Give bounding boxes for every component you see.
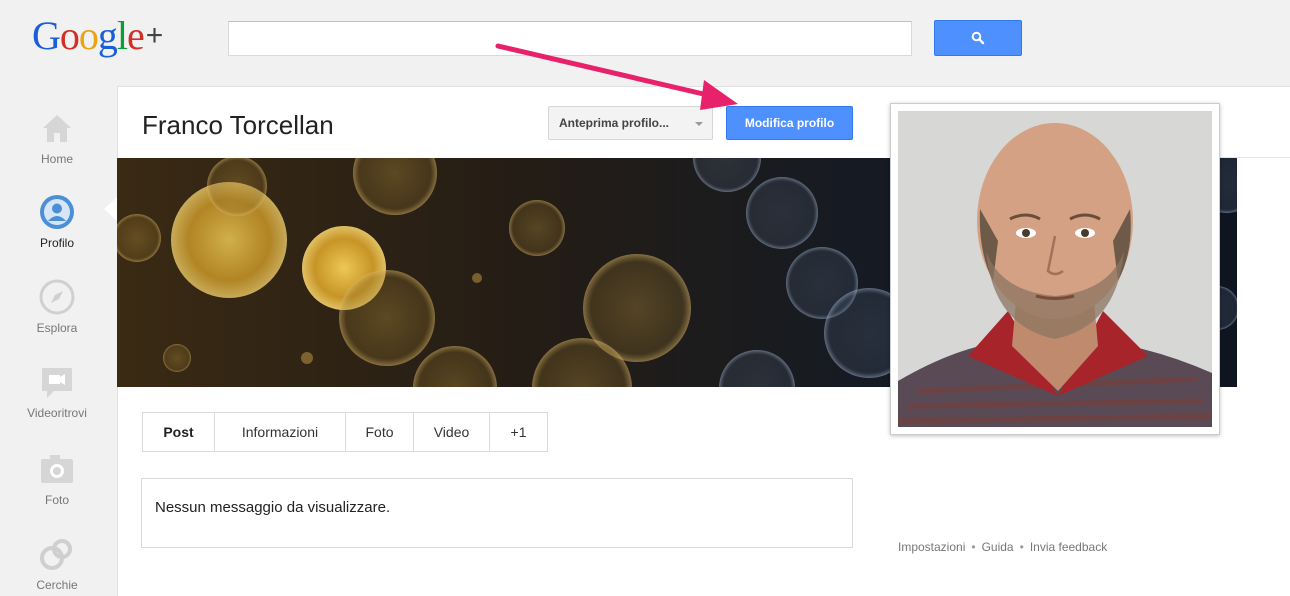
- sidebar-item-videoritrovi[interactable]: Videoritrovi: [0, 362, 114, 420]
- footer-separator: •: [971, 540, 976, 554]
- profile-icon: [40, 195, 74, 229]
- tab-video[interactable]: Video: [414, 413, 490, 451]
- logo-letter: o: [78, 13, 99, 58]
- logo-letter: e: [127, 13, 145, 58]
- preview-profile-label: Anteprima profilo...: [559, 116, 670, 130]
- sidebar-item-label: Esplora: [36, 321, 78, 335]
- sidebar-item-profilo[interactable]: Profilo: [0, 192, 114, 250]
- sidebar-item-home[interactable]: Home: [0, 108, 114, 166]
- compass-icon: [39, 279, 75, 315]
- edit-profile-button[interactable]: Modifica profilo: [726, 106, 853, 140]
- video-icon: [42, 368, 72, 398]
- sidebar-item-label: Cerchie: [36, 578, 78, 592]
- sidebar-item-label: Profilo: [39, 236, 74, 250]
- preview-profile-dropdown[interactable]: Anteprima profilo...: [548, 106, 713, 140]
- profile-photo[interactable]: [890, 103, 1220, 435]
- search-input[interactable]: [228, 21, 912, 56]
- tab-foto[interactable]: Foto: [346, 413, 414, 451]
- search-icon: [971, 31, 985, 45]
- tab-post[interactable]: Post: [143, 413, 215, 451]
- logo-letter: g: [97, 13, 118, 58]
- logo-letter: l: [116, 13, 128, 58]
- logo-plus: +: [145, 19, 164, 52]
- chevron-down-icon: [695, 122, 703, 126]
- logo-letter: o: [59, 13, 80, 58]
- sidebar-item-label: Foto: [44, 493, 69, 507]
- active-pointer: [104, 197, 117, 221]
- sidebar-item-esplora[interactable]: Esplora: [0, 277, 114, 335]
- profile-name: Franco Torcellan: [142, 110, 334, 140]
- search-button[interactable]: [934, 20, 1022, 56]
- sidebar-item-label: Videoritrovi: [27, 406, 87, 420]
- camera-icon: [41, 455, 73, 483]
- feedback-link[interactable]: Invia feedback: [1030, 540, 1107, 554]
- sidebar-item-cerchie[interactable]: Cerchie: [0, 534, 114, 592]
- avatar: [898, 111, 1212, 427]
- tab-plus-one[interactable]: +1: [490, 413, 547, 451]
- empty-stream-message: Nessun messaggio da visualizzare.: [155, 499, 391, 516]
- settings-link[interactable]: Impostazioni: [898, 540, 965, 554]
- tab-informazioni[interactable]: Informazioni: [215, 413, 346, 451]
- help-link[interactable]: Guida: [982, 540, 1014, 554]
- logo-letter: G: [32, 13, 61, 58]
- circles-icon: [40, 539, 72, 570]
- sidebar-item-label: Home: [40, 152, 73, 166]
- footer-links: Impostazioni • Guida • Invia feedback: [898, 540, 1107, 554]
- profile-tabs: Post Informazioni Foto Video +1: [142, 412, 548, 452]
- sidebar-item-foto[interactable]: Foto: [0, 449, 114, 507]
- footer-separator: •: [1019, 540, 1024, 554]
- home-icon: [43, 115, 71, 142]
- google-plus-logo[interactable]: Google+: [32, 12, 164, 59]
